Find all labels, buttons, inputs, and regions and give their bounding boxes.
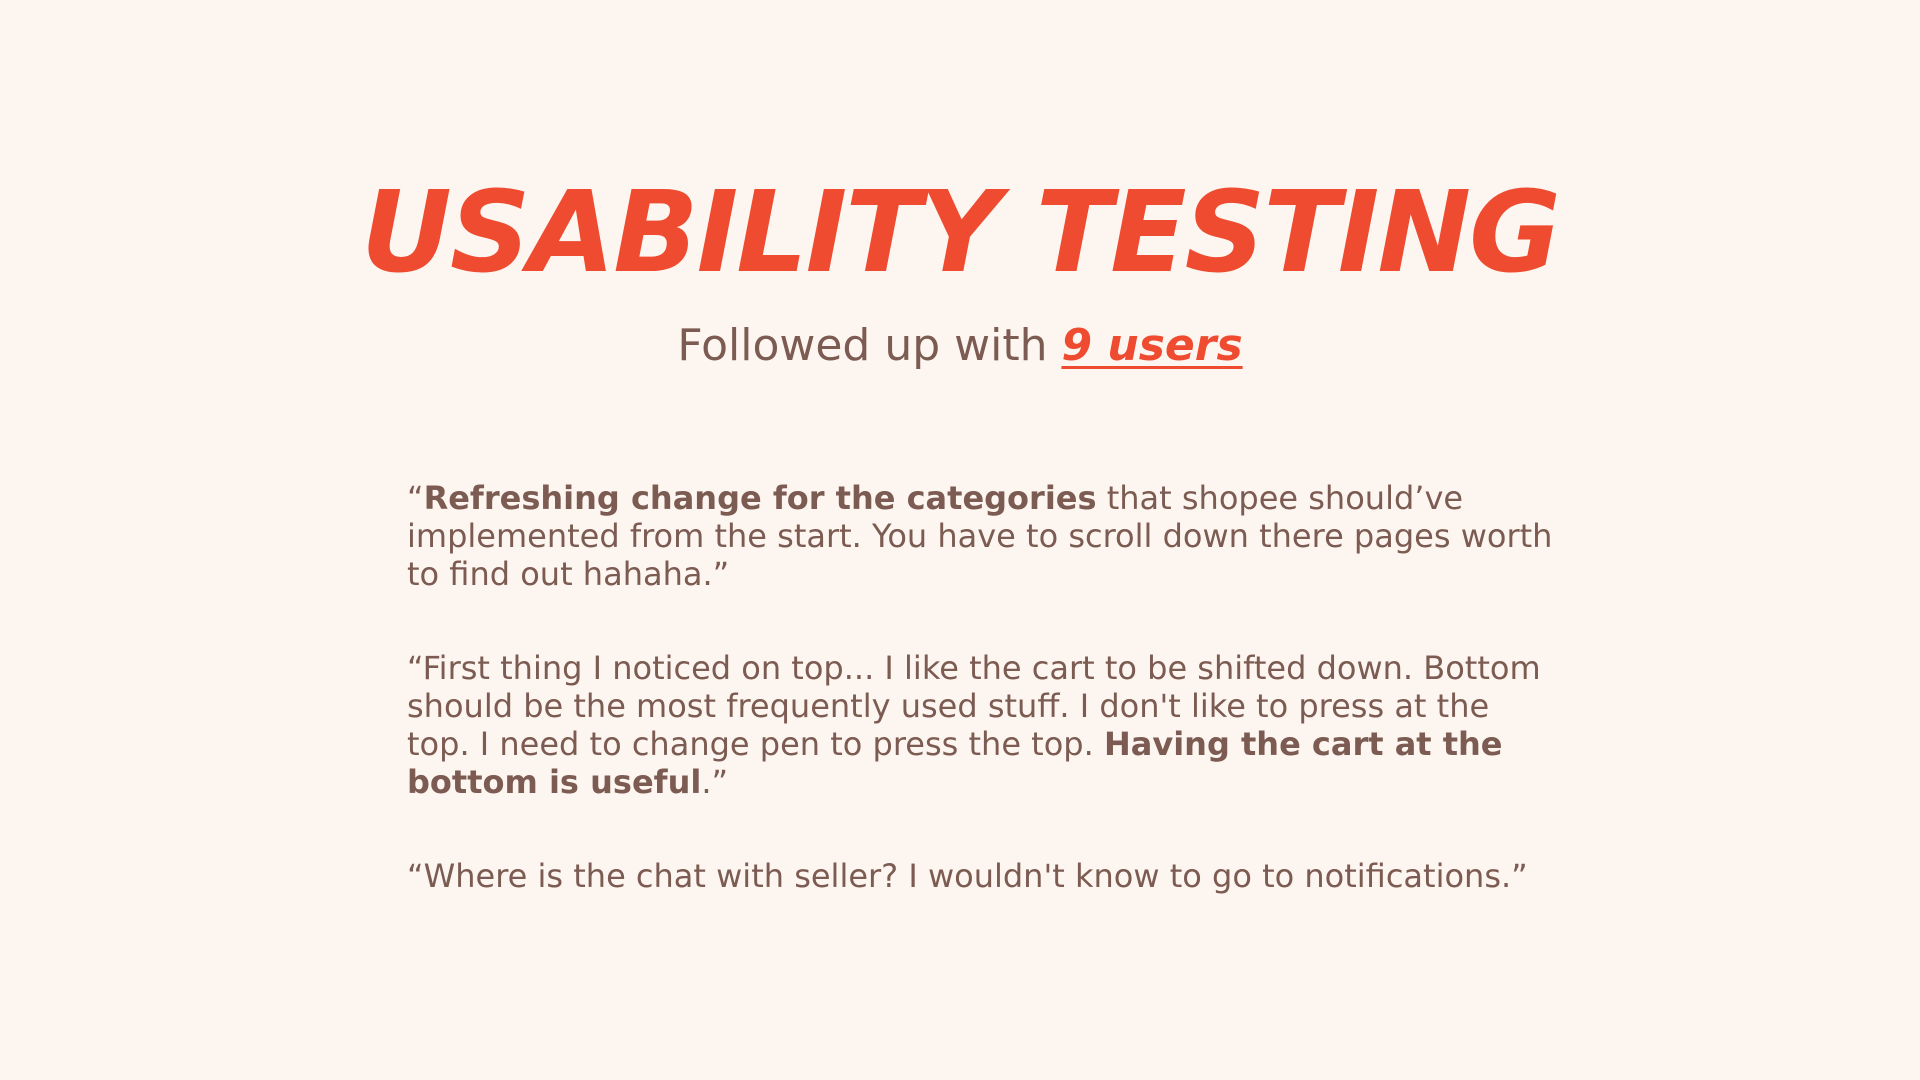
quote-chat-seller: “Where is the chat with seller? I wouldn… (407, 857, 1557, 895)
quote-categories: “Refreshing change for the categories th… (407, 479, 1557, 593)
quote-segment: “Where is the chat with seller? I wouldn… (407, 857, 1528, 895)
user-count-highlight: 9 users (1061, 320, 1243, 371)
quote-segment: .” (701, 763, 729, 801)
quote-segment: “ (407, 479, 424, 517)
quote-emphasis: Refreshing change for the categories (423, 479, 1097, 517)
quotes-list: “Refreshing change for the categories th… (407, 479, 1557, 895)
subtitle-prefix: Followed up with (677, 320, 1062, 371)
quote-cart-position: “First thing I noticed on top... I like … (407, 649, 1557, 801)
subtitle: Followed up with 9 users (0, 318, 1920, 374)
page-title: USABILITY TESTING (360, 168, 1561, 298)
